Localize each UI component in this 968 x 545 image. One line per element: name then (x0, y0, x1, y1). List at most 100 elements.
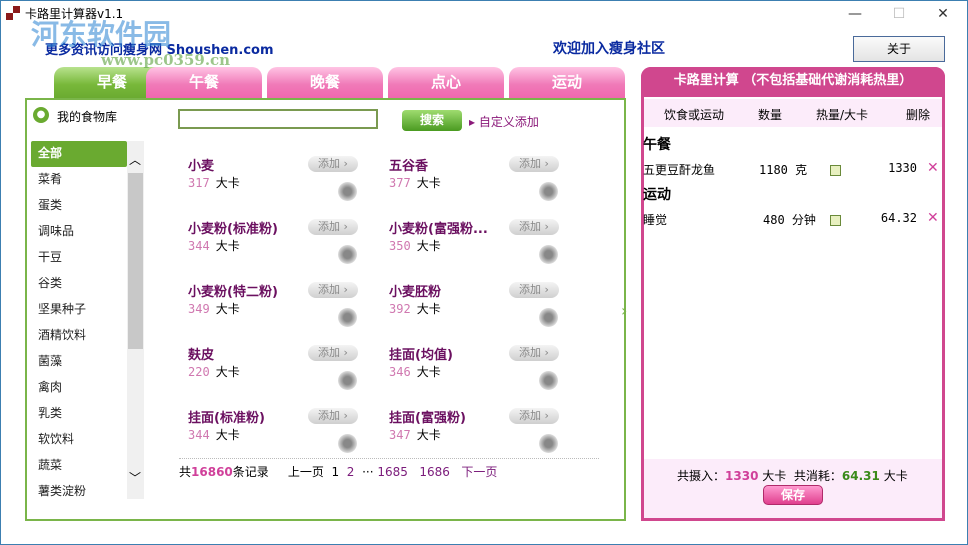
tab-snack[interactable]: 点心 (388, 67, 504, 99)
scrollbar-thumb[interactable] (128, 173, 143, 349)
edit-note-icon[interactable] (830, 165, 841, 176)
category-item[interactable]: 干豆 (31, 245, 127, 271)
category-item[interactable]: 坚果种子 (31, 297, 127, 323)
food-cal-unit: 大卡 (416, 176, 441, 190)
category-item[interactable]: 蛋类 (31, 193, 127, 219)
pager: 共16860条记录 上一页 1 2 ··· 1685 1686 下一页 (179, 463, 497, 480)
add-to-my-foods-icon[interactable] (539, 182, 558, 201)
add-to-my-foods-icon[interactable] (539, 245, 558, 264)
col-item: 饮食或运动 (664, 108, 725, 122)
edit-note-icon[interactable] (830, 215, 841, 226)
category-list: 全部 菜肴 蛋类 调味品 干豆 谷类 坚果种子 酒精饮料 菌藻 禽肉 乳类 软饮料 蔬菜 薯类淀粉 (31, 141, 127, 505)
add-button[interactable]: 添加 › (509, 345, 559, 361)
add-to-my-foods-icon[interactable] (338, 245, 357, 264)
category-item[interactable]: 禽肉 (31, 375, 127, 401)
tab-lunch[interactable]: 午餐 (146, 67, 262, 99)
food-item: 小麦粉(特二粉) 349 大卡 添加 › (188, 281, 368, 341)
app-icon (6, 6, 20, 20)
add-to-my-foods-icon[interactable] (338, 182, 357, 201)
category-item[interactable]: 蔬菜 (31, 453, 127, 479)
welcome-link[interactable]: 欢迎加入瘦身社区 (553, 38, 665, 58)
category-item[interactable]: 全部 (31, 141, 127, 167)
add-to-my-foods-icon[interactable] (338, 434, 357, 453)
add-button[interactable]: 添加 › (308, 345, 358, 361)
food-cal-value: 220 (188, 365, 210, 379)
tab-dinner[interactable]: 晚餐 (267, 67, 383, 99)
food-cal-unit: 大卡 (215, 302, 240, 316)
add-button[interactable]: 添加 › (308, 408, 358, 424)
food-cal-value: 347 (389, 428, 411, 442)
food-cal-value: 344 (188, 428, 210, 442)
page-ellipsis: ··· (362, 465, 374, 479)
add-to-my-foods-icon[interactable] (539, 308, 558, 327)
add-button[interactable]: 添加 › (308, 219, 358, 235)
food-cal-value: 350 (389, 239, 411, 253)
food-item: 小麦粉(富强粉... 350 大卡 添加 › (389, 218, 569, 278)
intake-unit: 大卡 (762, 469, 787, 483)
add-button[interactable]: 添加 › (308, 282, 358, 298)
add-to-my-foods-icon[interactable] (539, 371, 558, 390)
category-item[interactable]: 软饮料 (31, 427, 127, 453)
pager-suffix: 条记录 (232, 465, 269, 479)
scroll-up-icon[interactable]: ︿ (129, 151, 141, 168)
page-1: 1 (331, 465, 340, 479)
calc-title: 卡路里计算 （不包括基础代谢消耗热里） (641, 67, 945, 97)
food-cal-value: 377 (389, 176, 411, 190)
page-1685[interactable]: 1685 (377, 465, 408, 479)
totals: 共摄入：1330 大卡 共消耗：64.31 大卡 (677, 467, 908, 484)
search-button[interactable]: 搜索 (402, 110, 462, 131)
row-item: 五更豆酐龙鱼 (643, 163, 716, 177)
delete-icon[interactable]: ✕ (927, 210, 939, 226)
food-cal-value: 392 (389, 302, 411, 316)
prev-page[interactable]: 上一页 (288, 465, 324, 479)
calc-row: 睡觉 480 分钟 64.32 ✕ (643, 210, 941, 231)
category-item[interactable]: 薯类淀粉 (31, 479, 127, 505)
library-icon: ● (33, 107, 49, 123)
food-cal-unit: 大卡 (215, 239, 240, 253)
page-1686[interactable]: 1686 (419, 465, 450, 479)
custom-add-label: 自定义添加 (478, 115, 539, 129)
add-to-my-foods-icon[interactable] (338, 308, 357, 327)
food-cal-unit: 大卡 (215, 428, 240, 442)
pager-prefix: 共 (179, 465, 192, 479)
save-button[interactable]: 保存 (763, 485, 823, 505)
maximize-button[interactable]: ☐ (879, 3, 919, 25)
delete-icon[interactable]: ✕ (927, 160, 939, 176)
next-page[interactable]: 下一页 (461, 465, 497, 479)
food-cal-unit: 大卡 (416, 302, 441, 316)
food-item: 五谷香 377 大卡 添加 › (389, 155, 569, 215)
custom-add-link[interactable]: ▸ 自定义添加 (469, 113, 539, 130)
col-cal: 热量/大卡 (816, 108, 869, 122)
calc-row: 五更豆酐龙鱼 1180 克 1330 ✕ (643, 160, 941, 181)
add-button[interactable]: 添加 › (308, 156, 358, 172)
category-item[interactable]: 谷类 (31, 271, 127, 297)
add-button[interactable]: 添加 › (509, 219, 559, 235)
food-cal-value: 349 (188, 302, 210, 316)
category-item[interactable]: 酒精饮料 (31, 323, 127, 349)
scroll-down-icon[interactable]: ﹀ (129, 469, 141, 486)
minimize-button[interactable]: — (835, 3, 875, 25)
food-cal-unit: 大卡 (215, 176, 240, 190)
intake-value: 1330 (725, 469, 759, 483)
about-button[interactable]: 关于 (853, 36, 945, 62)
add-button[interactable]: 添加 › (509, 282, 559, 298)
page-2[interactable]: 2 (347, 465, 355, 479)
food-cal-unit: 大卡 (416, 365, 441, 379)
food-item: 小麦胚粉 392 大卡 添加 › (389, 281, 569, 341)
row-item: 睡觉 (643, 213, 668, 227)
add-to-my-foods-icon[interactable] (338, 371, 357, 390)
category-item[interactable]: 乳类 (31, 401, 127, 427)
food-cal-value: 317 (188, 176, 210, 190)
add-button[interactable]: 添加 › (509, 408, 559, 424)
search-input[interactable] (178, 109, 378, 129)
category-item[interactable]: 菜肴 (31, 167, 127, 193)
close-button[interactable]: ✕ (923, 3, 963, 25)
category-item[interactable]: 调味品 (31, 219, 127, 245)
tab-exercise[interactable]: 运动 (509, 67, 625, 99)
add-to-my-foods-icon[interactable] (539, 434, 558, 453)
category-item[interactable]: 菌藻 (31, 349, 127, 375)
food-cal-unit: 大卡 (215, 365, 240, 379)
food-cal-value: 344 (188, 239, 210, 253)
add-button[interactable]: 添加 › (509, 156, 559, 172)
food-item: 小麦粉(标准粉) 344 大卡 添加 › (188, 218, 368, 278)
